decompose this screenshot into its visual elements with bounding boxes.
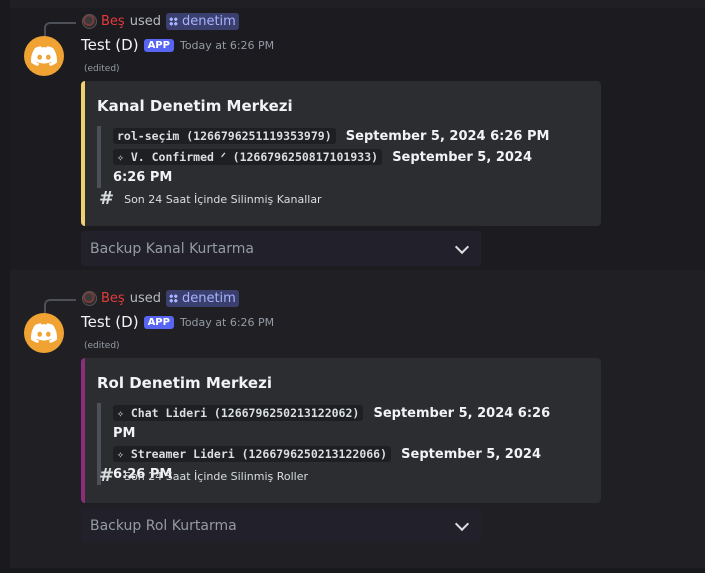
command-name: denetim xyxy=(181,290,236,306)
audit-entry: rol-seçim (1266796251119353979) Septembe… xyxy=(113,126,567,147)
command-chip[interactable]: denetim xyxy=(165,289,239,307)
embed-title: Rol Denetim Merkezi xyxy=(97,374,272,392)
message-header: Test (D) APP Today at 6:26 PM xyxy=(81,36,274,54)
embed: Kanal Denetim Merkezi rol-seçim (1266796… xyxy=(81,81,601,226)
hash-icon: # xyxy=(99,188,115,209)
audit-entry: ✧ V. Confirmed ᐟ (1266796250817101933) S… xyxy=(113,147,567,188)
embed-footer: # Son 24 Saat İçinde Silinmiş Roller xyxy=(99,467,308,485)
chevron-down-icon[interactable] xyxy=(454,516,470,532)
avatar[interactable] xyxy=(24,313,64,353)
timestamp[interactable]: Today at 6:26 PM xyxy=(180,316,274,329)
used-text: used xyxy=(129,13,161,29)
avatar[interactable] xyxy=(24,36,64,76)
used-text: used xyxy=(129,290,161,306)
interaction-reference[interactable]: Beş used denetim xyxy=(82,289,239,307)
edited-label: (edited) xyxy=(84,64,120,74)
author-name[interactable]: Test (D) xyxy=(81,313,139,331)
bottom-edge xyxy=(0,568,705,573)
message: Beş used denetim Test (D) APP Today at 6… xyxy=(10,285,705,555)
chat-view: Beş used denetim Test (D) APP Today at 6… xyxy=(0,0,705,573)
backup-select-menu[interactable]: Backup Kanal Kurtarma xyxy=(81,231,481,266)
command-name: denetim xyxy=(181,13,236,29)
channel-edge xyxy=(0,0,10,573)
embed-quote: rol-seçim (1266796251119353979) Septembe… xyxy=(97,126,567,188)
entry-code: rol-seçim (1266796251119353979) xyxy=(113,128,336,144)
embed: Rol Denetim Merkezi ✧ Chat Lideri (12667… xyxy=(81,358,601,503)
entry-date[interactable]: September 5, 2024 6:26 PM xyxy=(346,129,550,144)
author-name[interactable]: Test (D) xyxy=(81,36,139,54)
referenced-user-avatar[interactable] xyxy=(82,13,97,29)
timestamp[interactable]: Today at 6:26 PM xyxy=(180,39,274,52)
edited-label: (edited) xyxy=(84,341,120,351)
chevron-down-icon[interactable] xyxy=(454,239,470,255)
audit-entry: ✧ Chat Lideri (1266796250213122062) Sept… xyxy=(113,403,567,444)
referenced-user-avatar[interactable] xyxy=(82,290,97,306)
footer-text: Son 24 Saat İçinde Silinmiş Kanallar xyxy=(124,192,322,206)
command-icon xyxy=(168,16,178,26)
app-badge: APP xyxy=(143,315,174,329)
app-badge: APP xyxy=(143,38,174,52)
discord-logo-icon xyxy=(31,46,57,66)
embed-footer: # Son 24 Saat İçinde Silinmiş Kanallar xyxy=(99,190,322,208)
command-icon xyxy=(168,293,178,303)
select-placeholder: Backup Kanal Kurtarma xyxy=(90,240,254,257)
command-chip[interactable]: denetim xyxy=(165,12,239,30)
entry-code: ✧ V. Confirmed ᐟ (1266796250817101933) xyxy=(113,149,383,165)
hash-icon: # xyxy=(99,465,115,486)
backup-select-menu[interactable]: Backup Rol Kurtarma xyxy=(81,508,481,543)
embed-title: Kanal Denetim Merkezi xyxy=(97,97,293,115)
referenced-username[interactable]: Beş xyxy=(101,14,125,29)
discord-logo-icon xyxy=(31,323,57,343)
select-placeholder: Backup Rol Kurtarma xyxy=(90,517,237,534)
entry-code: ✧ Streamer Lideri (1266796250213122066) xyxy=(113,446,392,462)
message: Beş used denetim Test (D) APP Today at 6… xyxy=(10,8,705,270)
footer-text: Son 24 Saat İçinde Silinmiş Roller xyxy=(124,469,309,483)
interaction-reference[interactable]: Beş used denetim xyxy=(82,12,239,30)
entry-code: ✧ Chat Lideri (1266796250213122062) xyxy=(113,405,364,421)
message-header: Test (D) APP Today at 6:26 PM xyxy=(81,313,274,331)
referenced-username[interactable]: Beş xyxy=(101,291,125,306)
